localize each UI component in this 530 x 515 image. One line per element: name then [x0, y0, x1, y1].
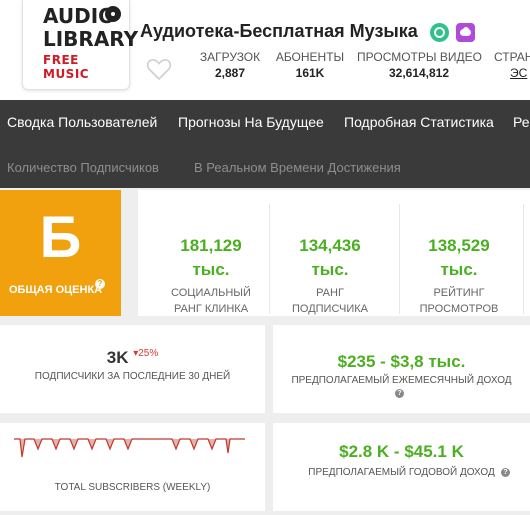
help-icon[interactable]: ?: [501, 468, 510, 477]
logo-line-free-music: FREE MUSIC: [43, 53, 90, 81]
stat-uploads-value: 2,887: [214, 66, 246, 80]
nav-detailed-stats[interactable]: Подробная Статистика: [344, 114, 494, 130]
stat-country-label: СТРАН: [494, 50, 530, 64]
heart-icon[interactable]: [146, 57, 172, 81]
subscribers-30-days-delta-value: 25%: [138, 348, 159, 359]
rank-subscriber-unit: тыс.: [311, 260, 349, 279]
subscribers-30-days-card: 3K ▾25% ПОДПИСЧИКИ ЗА ПОСЛЕДНИЕ 30 ДНЕЙ: [0, 325, 265, 413]
rank-views-unit: тыс.: [440, 260, 478, 279]
weekly-subscribers-sparkline: [14, 438, 245, 458]
rank-social-label-1: СОЦИАЛЬНЫЙ: [171, 287, 251, 299]
channel-name: Аудиотека-Бесплатная Музыка: [140, 21, 418, 41]
stat-video-views-label: ПРОСМОТРЫ ВИДЕО: [357, 50, 482, 64]
stat-country-value[interactable]: ЭС: [494, 66, 530, 80]
ranks-card: 181,129 тыс. СОЦИАЛЬНЫЙ РАНГ КЛИНКА 134,…: [138, 190, 530, 316]
clock-badge-icon[interactable]: [430, 23, 449, 42]
rank-divider: [269, 204, 270, 314]
weekly-subscribers-label: TOTAL SUBSCRIBERS (WEEKLY): [54, 482, 211, 493]
rank-views-label-1: РЕЙТИНГ: [433, 287, 485, 299]
rank-divider: [399, 204, 400, 314]
sub-nav: Количество Подписчиков В Реальном Времен…: [0, 146, 530, 188]
cloud-upload-badge-icon[interactable]: [456, 23, 475, 42]
subscribers-30-days-value: 3K ▾25%: [0, 348, 265, 368]
nav-user-summary[interactable]: Сводка Пользователей: [7, 114, 157, 130]
stat-subscribers: АБОНЕНТЫ 161K: [275, 50, 345, 80]
grade-letter: Б: [39, 205, 82, 270]
stat-subscribers-value: 161K: [295, 66, 325, 80]
rank-social-label-2: РАНГ КЛИНКА: [173, 303, 249, 315]
rank-subscriber-label-2: ПОДПИСЧИКА: [291, 303, 369, 315]
rank-social-unit: тыс.: [192, 260, 230, 279]
subnav-subscriber-count[interactable]: Количество Подписчиков: [7, 160, 159, 175]
stat-video-views: ПРОСМОТРЫ ВИДЕО 32,614,812: [357, 50, 482, 80]
channel-header: AUDIO LIBRARY FREE MUSIC Аудиотека-Беспл…: [0, 0, 530, 100]
channel-logo[interactable]: AUDIO LIBRARY FREE MUSIC: [22, 0, 138, 90]
rank-social-value: 181,129: [180, 236, 242, 255]
stat-video-views-value: 32,614,812: [388, 66, 450, 80]
weekly-subscribers-card: TOTAL SUBSCRIBERS (WEEKLY): [0, 423, 265, 511]
help-icon[interactable]: ?: [95, 279, 105, 289]
rank-views: 138,529 тыс. РЕЙТИНГ ПРОСМОТРОВ: [404, 234, 514, 316]
grade-label: ОБЩАЯ ОЦЕНКА: [9, 284, 103, 296]
overall-grade-card: Б ОБЩАЯ ОЦЕНКА ?: [0, 190, 121, 316]
vinyl-disc-icon: [105, 6, 121, 22]
stat-uploads-label: ЗАГРУЗОК: [199, 50, 261, 64]
subscribers-30-days-delta: ▾25%: [133, 348, 158, 359]
subnav-realtime-achievements[interactable]: В Реальном Времени Достижения: [194, 160, 401, 175]
rank-social: 181,129 тыс. СОЦИАЛЬНЫЙ РАНГ КЛИНКА: [156, 234, 266, 316]
logo-line-library: LIBRARY: [43, 27, 139, 51]
nav-future-projections[interactable]: Прогнозы На Будущее: [178, 114, 324, 130]
stat-subscribers-label: АБОНЕНТЫ: [275, 50, 345, 64]
monthly-income-value: $235 - $3,8 тыс.: [337, 352, 466, 371]
stat-country: СТРАН ЭС: [494, 50, 530, 80]
yearly-income-card: $2.8 K - $45.1 K ПРЕДПОЛАГАЕМЫЙ ГОДОВОЙ …: [273, 423, 530, 511]
rank-divider: [523, 204, 524, 314]
subscribers-30-days-label: ПОДПИСЧИКИ ЗА ПОСЛЕДНИЕ 30 ДНЕЙ: [34, 371, 231, 382]
rank-views-label-2: ПРОСМОТРОВ: [419, 303, 499, 315]
rank-views-value: 138,529: [428, 236, 490, 255]
rank-subscriber-value: 134,436: [299, 236, 361, 255]
monthly-income-label: ПРЕДПОЛАГАЕМЫЙ ЕЖЕМЕСЯЧНЫЙ ДОХОД: [291, 375, 512, 386]
monthly-income-card: $235 - $3,8 тыс. ПРЕДПОЛАГАЕМЫЙ ЕЖЕМЕСЯЧ…: [273, 325, 530, 413]
main-nav: Сводка Пользователей Прогнозы На Будущее…: [0, 100, 530, 146]
rank-subscriber: 134,436 тыс. РАНГ ПОДПИСЧИКА: [275, 234, 385, 316]
yearly-income-label: ПРЕДПОЛАГАЕМЫЙ ГОДОВОЙ ДОХОД: [308, 467, 495, 478]
subscribers-30-days-number: 3K: [106, 348, 129, 367]
yearly-income-value: $2.8 K - $45.1 K: [339, 442, 464, 461]
rank-subscriber-label-1: РАНГ: [316, 287, 344, 299]
help-icon[interactable]: ?: [395, 389, 404, 398]
stat-uploads: ЗАГРУЗОК 2,887: [198, 50, 262, 80]
nav-overflow-item[interactable]: Ре: [513, 114, 530, 130]
